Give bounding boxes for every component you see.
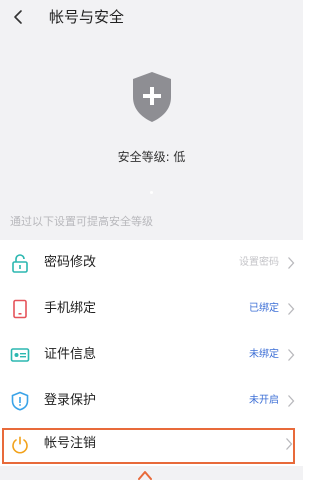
- shield-plus-icon: [133, 72, 171, 122]
- hint-band: 通过以下设置可提高安全等级: [0, 206, 303, 240]
- row-phone[interactable]: 手机绑定 已绑定: [0, 286, 303, 332]
- row-label: 密码修改: [44, 255, 97, 270]
- row-status: 未开启: [249, 395, 279, 406]
- row-id-info[interactable]: 证件信息 未绑定: [0, 332, 303, 378]
- id-card-icon: [10, 348, 30, 362]
- shield-alert-icon: [11, 391, 29, 411]
- screen: 帐号与安全 安全等级: 低 通过以下设置可提高安全等级 密码修改 设置密码 手机…: [0, 0, 303, 480]
- chevron-right-icon: [288, 303, 295, 315]
- security-level-text: 安全等级: 低: [117, 150, 186, 164]
- row-status: 已绑定: [249, 303, 279, 314]
- row-status: 设置密码: [239, 257, 279, 268]
- row-status: 未绑定: [249, 349, 279, 360]
- row-label: 证件信息: [44, 347, 97, 362]
- chevron-right-icon: [288, 349, 295, 361]
- top-bar: 帐号与安全: [0, 0, 303, 36]
- highlight-frame: [2, 428, 295, 464]
- row-label: 登录保护: [44, 393, 97, 408]
- chevron-right-icon: [288, 257, 295, 269]
- lock-icon: [12, 254, 28, 273]
- chevron-right-icon: [288, 395, 295, 407]
- chevron-left-icon[interactable]: [10, 8, 28, 26]
- hero-dot: [150, 191, 153, 194]
- arrow-up-icon: [138, 471, 152, 480]
- row-label: 手机绑定: [44, 301, 97, 316]
- security-summary: 安全等级: 低: [0, 36, 303, 206]
- row-password[interactable]: 密码修改 设置密码: [0, 240, 303, 286]
- security-hint: 通过以下设置可提高安全等级: [10, 215, 153, 228]
- page-title: 帐号与安全: [49, 8, 125, 26]
- row-login-protection[interactable]: 登录保护 未开启: [0, 378, 303, 424]
- phone-icon: [13, 299, 27, 319]
